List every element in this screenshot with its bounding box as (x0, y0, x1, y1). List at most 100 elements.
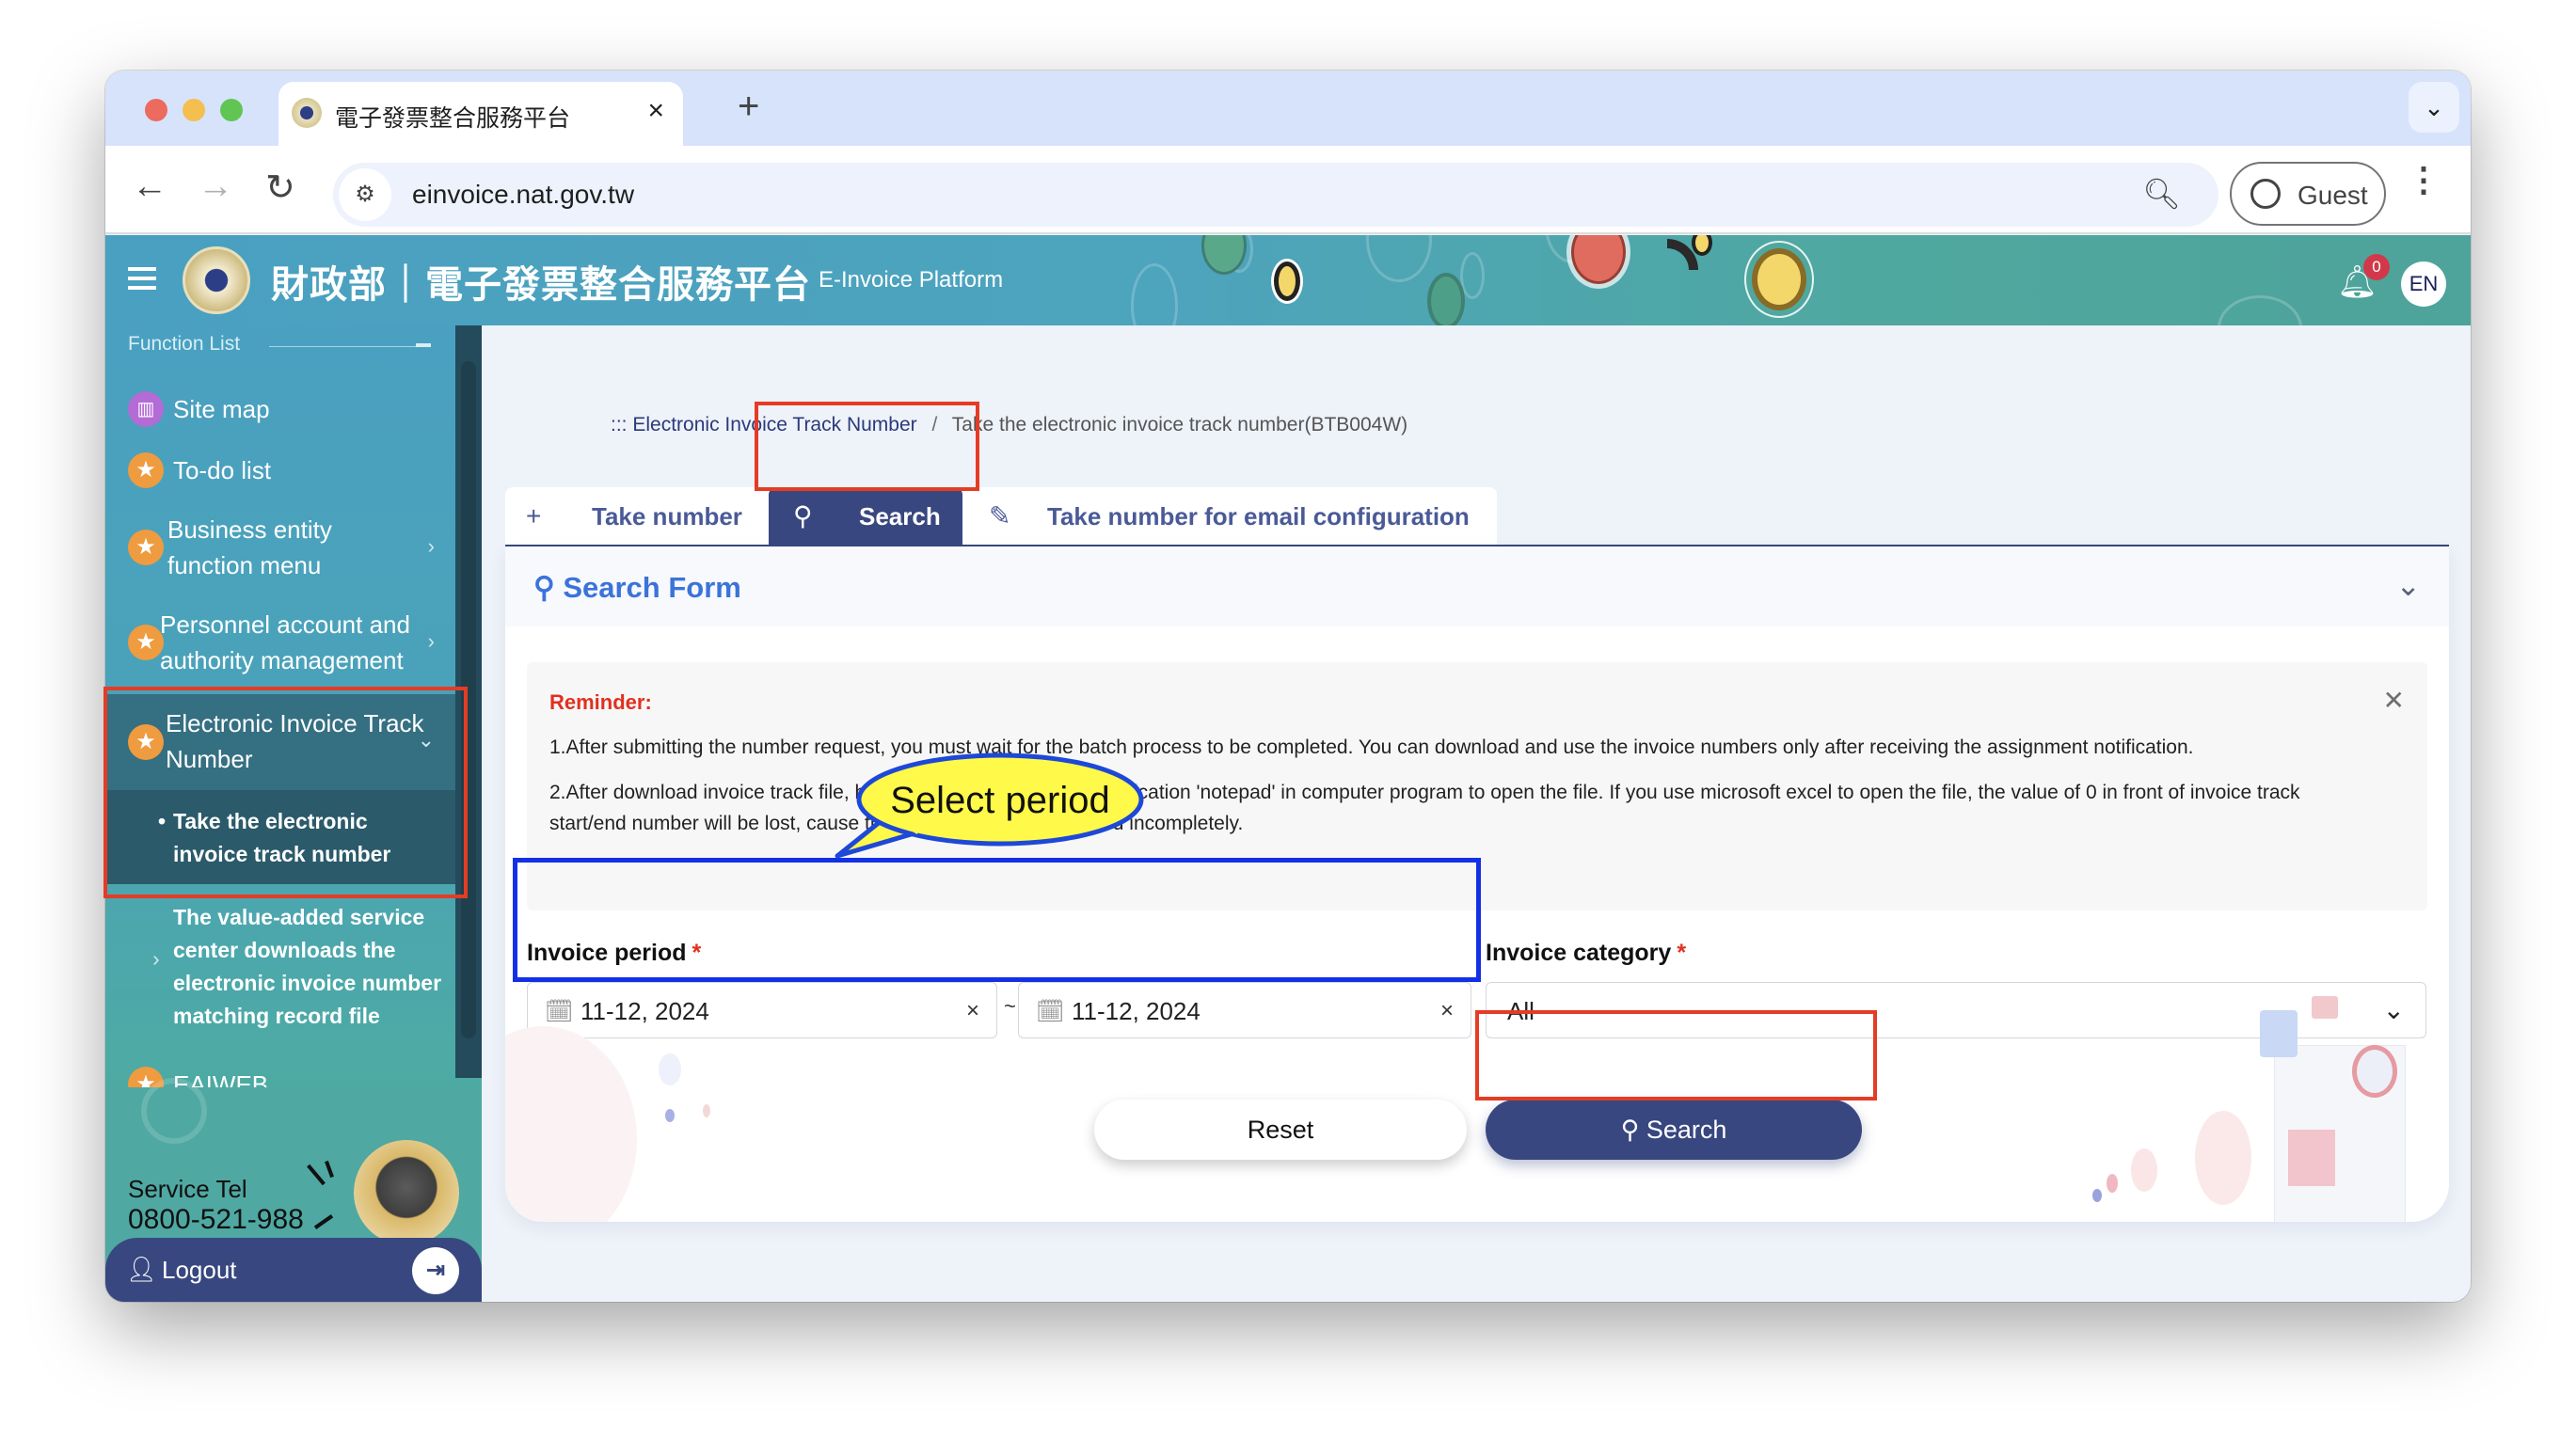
logout-label[interactable]: Logout (162, 1256, 237, 1285)
decor-chat-bubble (2312, 996, 2338, 1019)
logout-icon[interactable]: ⇥ (412, 1247, 459, 1294)
browser-toolbar: ← → ↻ ⚙ einvoice.nat.gov.tw 🔍︎ Guest ⋮ (105, 146, 2471, 234)
sidebar-item-business-entity-menu[interactable]: ★ Business entity function menu › (105, 510, 455, 585)
minimize-window-button[interactable] (183, 99, 205, 121)
tab-email-configuration[interactable]: ✎ Take number for email configuration (970, 487, 1497, 546)
callout-text: Select period (890, 780, 1109, 821)
highlight-sidebar-item (103, 687, 468, 898)
sidebar-item-label: Personnel account and authority manageme… (160, 610, 410, 674)
tab-take-number[interactable]: + Take number (505, 487, 761, 546)
highlight-invoice-period (513, 858, 1481, 982)
notification-count-badge: 0 (2363, 254, 2390, 280)
hamburger-menu-icon[interactable] (128, 267, 156, 290)
mascot-avatar (354, 1140, 459, 1245)
reset-button[interactable]: Reset (1094, 1100, 1467, 1160)
tab-label: Take number for email configuration (1047, 502, 1470, 530)
decor-chat-bubble (2260, 1010, 2298, 1057)
decor-dot (2107, 1174, 2118, 1193)
chevron-down-icon: ⌄ (2382, 995, 2405, 1024)
search-icon: ⚲ (1620, 1116, 1646, 1144)
decor-dot (2092, 1189, 2102, 1202)
breadcrumb-current: Take the electronic invoice track number… (951, 414, 1408, 435)
browser-tab-title: 電子發票整合服務平台 (335, 105, 571, 132)
sidebar-item-label: Business entity function menu (167, 515, 332, 579)
clear-end-date-icon[interactable]: × (1440, 998, 1454, 1024)
close-window-button[interactable] (145, 99, 167, 121)
tab-search[interactable]: ⚲ Search (769, 487, 962, 546)
chevron-right-icon: › (427, 534, 435, 558)
function-tabs: + Take number ⚲ Search ✎ Take number for… (505, 487, 1497, 546)
reminder-line: 1.After submitting the number request, y… (549, 736, 2194, 758)
highlight-search-tab (755, 402, 979, 491)
zoom-out-icon[interactable]: 🔍︎ (2142, 176, 2181, 212)
highlight-search-button (1475, 1010, 1877, 1101)
star-icon: ★ (128, 452, 164, 488)
chevron-right-icon: › (427, 629, 435, 653)
search-form-title-text: Search Form (563, 571, 741, 604)
clear-start-date-icon[interactable]: × (966, 998, 979, 1024)
back-arrow-icon[interactable]: ← (132, 166, 167, 207)
decor-blob (2195, 1111, 2251, 1205)
more-menu-icon[interactable]: ⋮ (2407, 163, 2441, 197)
service-tel-number: 0800-521-988 (128, 1204, 304, 1235)
site-header: 財政部｜電子發票整合服務平台 E-Invoice Platform 🔔︎ 0 E… (105, 235, 2471, 325)
close-reminder-icon[interactable]: ✕ (2383, 685, 2405, 716)
sidebar-item-personnel-account[interactable]: ★ Personnel account and authority manage… (105, 605, 455, 680)
sidebar-item-site-map[interactable]: ▥ Site map (105, 388, 455, 433)
sidebar-subitem-vas-download[interactable]: › The value-added service center downloa… (105, 894, 455, 1044)
decor-dash (313, 1214, 334, 1229)
star-icon: ★ (128, 625, 164, 660)
search-icon: ⚲ (793, 501, 813, 530)
site-settings-icon[interactable]: ⚙ (339, 168, 391, 221)
breadcrumb: ::: Electronic Invoice Track Number / Ta… (611, 414, 1407, 436)
reminder-line: 2.After download invoice track file, be … (549, 782, 2300, 834)
logout-bar[interactable]: 👤︎ Logout ⇥ (105, 1238, 482, 1302)
invoice-category-label-text: Invoice category (1486, 940, 1672, 966)
profile-button[interactable]: Guest (2230, 162, 2386, 226)
sidebar-item-todo-list[interactable]: ★ To-do list (105, 449, 455, 494)
reminder-body: 1.After submitting the number request, y… (549, 732, 2375, 853)
decor-dot (703, 1104, 710, 1117)
collapse-chevron-down-icon[interactable]: ⌄ (2395, 567, 2421, 603)
reload-icon[interactable]: ↻ (265, 166, 295, 209)
decor-tag-icon (1571, 235, 1626, 284)
decor-coin-icon (1274, 261, 1300, 301)
decor-magnifier (2352, 1045, 2397, 1098)
decor-coin-icon (1692, 235, 1712, 256)
browser-tab[interactable]: 電子發票整合服務平台 × (278, 82, 683, 146)
search-form-header[interactable]: ⚲ Search Form ⌄ (505, 546, 2449, 626)
profile-icon (2250, 179, 2281, 209)
language-toggle-button[interactable]: EN (2401, 261, 2446, 307)
collapse-function-list-icon[interactable] (416, 343, 431, 347)
decor-dot (659, 1053, 681, 1085)
address-bar[interactable]: ⚙ einvoice.nat.gov.tw 🔍︎ (333, 163, 2218, 227)
callout-bubble: Select period (835, 752, 1144, 859)
browser-tab-strip: 電子發票整合服務平台 × + ⌄ (105, 71, 2471, 146)
plus-icon: + (526, 501, 542, 530)
maximize-window-button[interactable] (220, 99, 243, 121)
reminder-title: Reminder: (549, 690, 652, 714)
site-subtitle: E-Invoice Platform (819, 267, 1004, 293)
decor-blob (505, 1026, 637, 1222)
decor-circle (1131, 263, 1178, 325)
close-tab-icon[interactable]: × (647, 95, 664, 127)
new-tab-button[interactable]: + (738, 86, 759, 128)
sidebar-subitem-label: The value-added service center downloads… (173, 905, 442, 1028)
start-date-value: 11-12, 2024 (580, 997, 709, 1025)
end-date-value: 11-12, 2024 (1072, 997, 1201, 1025)
search-button[interactable]: ⚲ Search (1486, 1100, 1862, 1160)
tab-label: Take number (592, 502, 742, 530)
decor-dot (2131, 1148, 2157, 1192)
date-range-separator: ~ (1004, 994, 1016, 1018)
url-text[interactable]: einvoice.nat.gov.tw (412, 180, 634, 210)
sidebar-item-label: To-do list (173, 456, 272, 484)
chevron-right-icon: › (152, 946, 160, 971)
invoice-period-start-input[interactable]: 🗓︎ 11-12, 2024 × (527, 982, 997, 1038)
tab-search-chevron-down-icon[interactable]: ⌄ (2409, 82, 2459, 133)
decor-coin-icon (1427, 273, 1465, 325)
calendar-icon: 🗓︎ (545, 999, 574, 1024)
sidebar-item-label: Site map (173, 395, 270, 423)
invoice-period-end-input[interactable]: 🗓︎ 11-12, 2024 × (1018, 982, 1471, 1038)
user-icon: 👤︎ (126, 1255, 158, 1283)
forward-arrow-icon[interactable]: → (198, 166, 233, 207)
